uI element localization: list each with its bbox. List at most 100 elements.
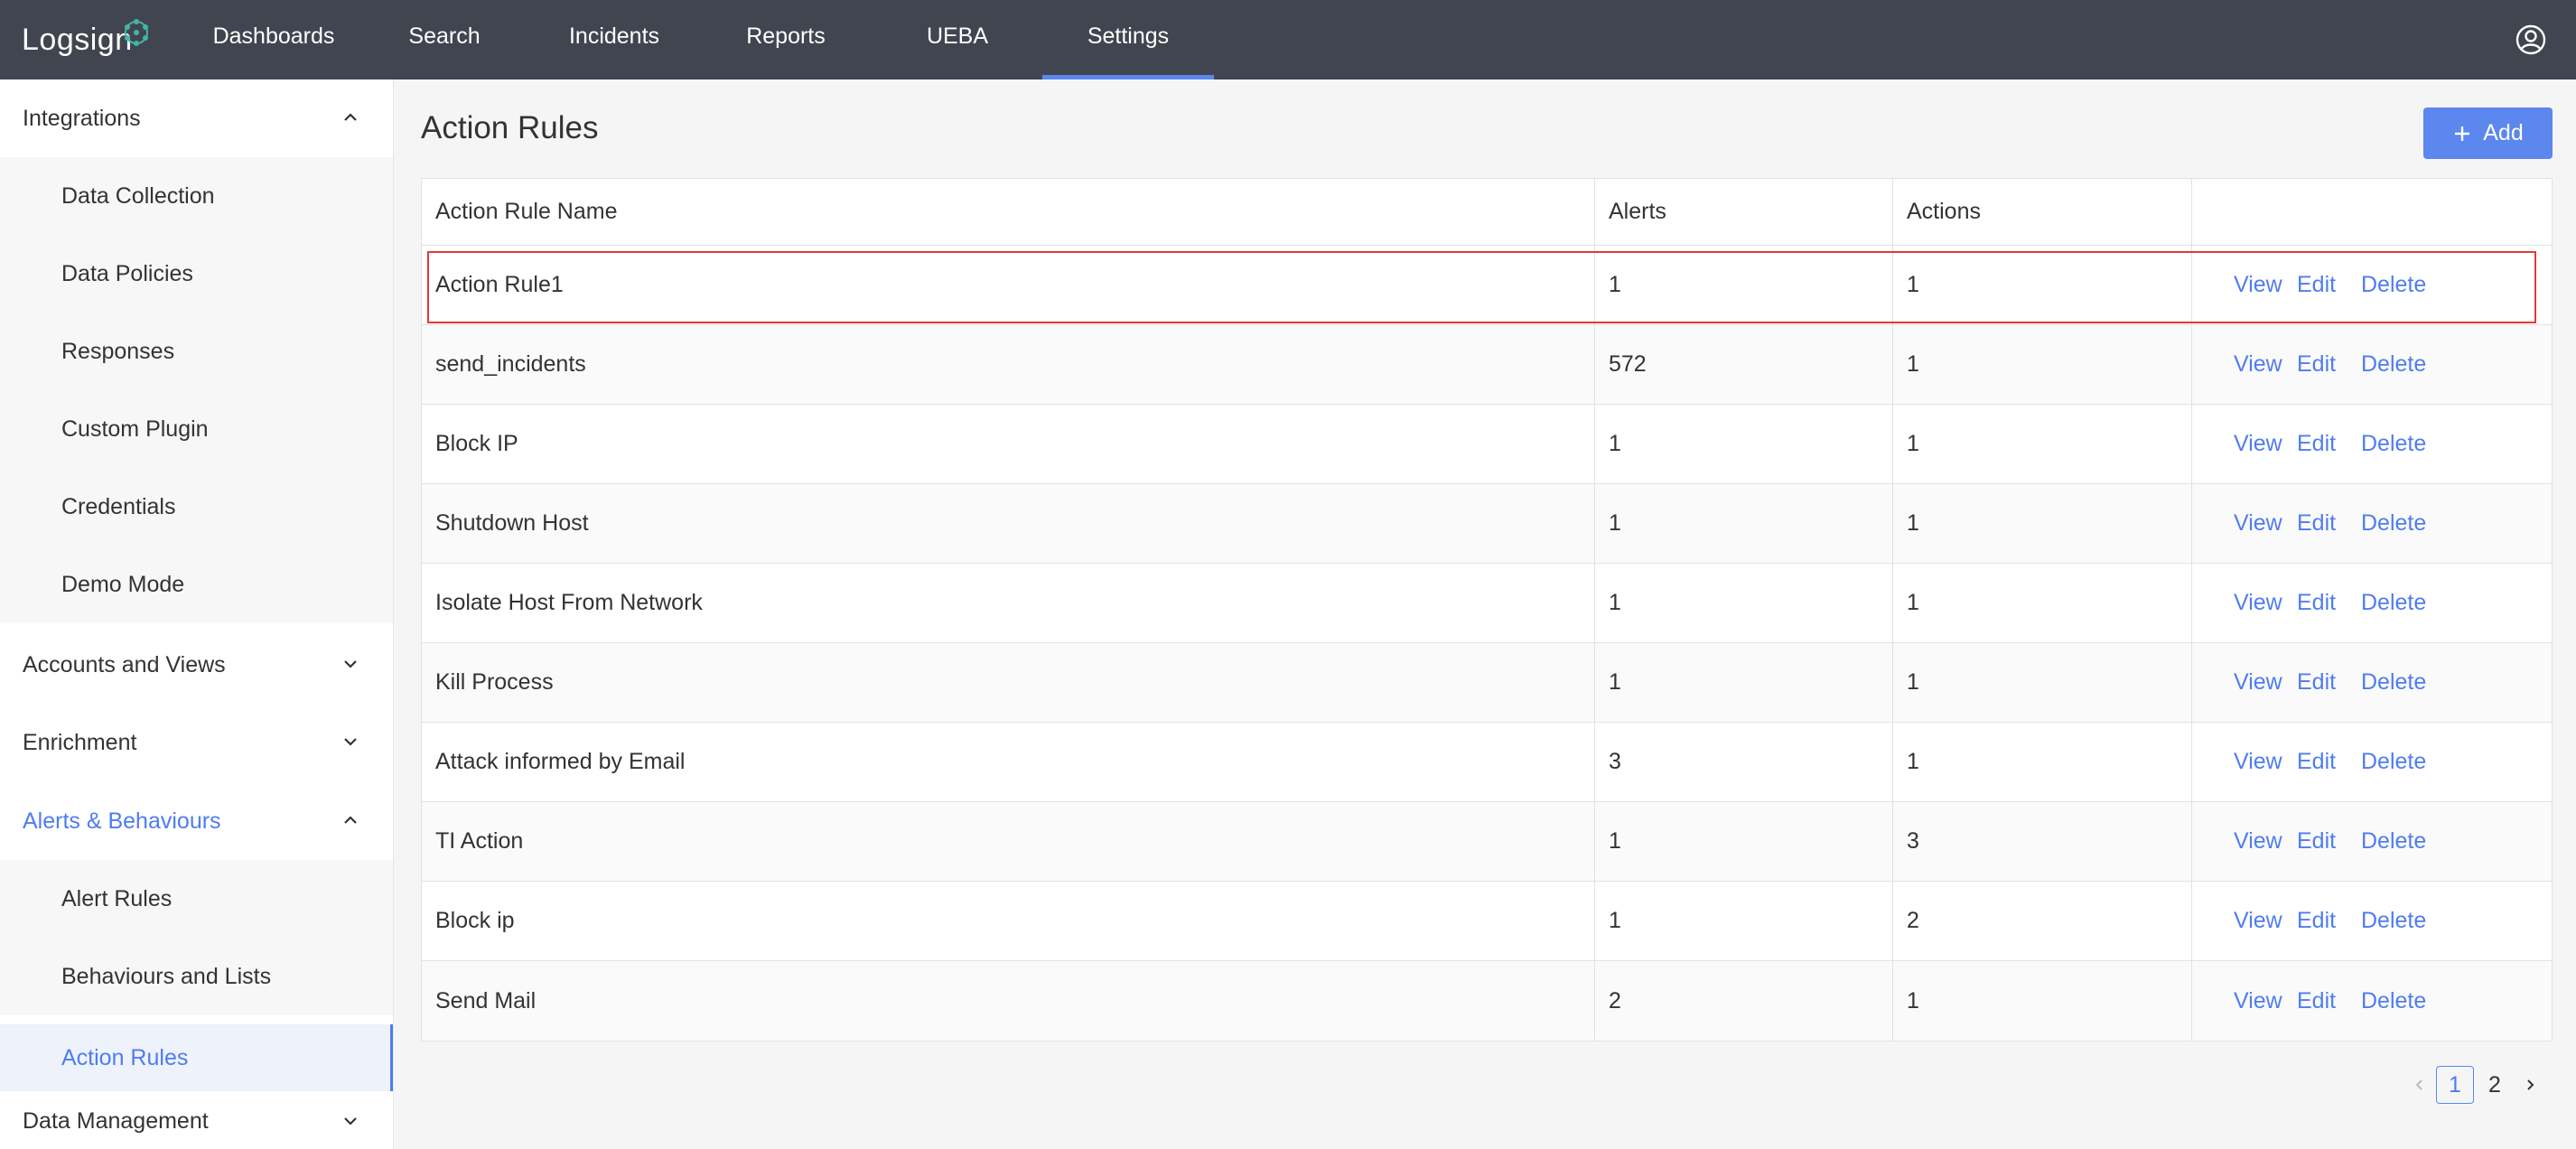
rule-name-cell: Isolate Host From Network: [422, 564, 1595, 642]
actions-count-cell: 1: [1893, 723, 2192, 801]
actions-count-cell: 1: [1893, 564, 2192, 642]
table-row[interactable]: Attack informed by Email 3 1 View Edit Delete: [422, 723, 2552, 802]
pagination-prev[interactable]: [2406, 1066, 2433, 1104]
table-row[interactable]: Block IP 1 1 View Edit Delete: [422, 405, 2552, 484]
page-title: Action Rules: [421, 110, 599, 145]
table-body: Action Rule1 1 1 View Edit Delete send_inciden…: [422, 246, 2552, 1041]
rule-name-cell: Action Rule1: [422, 246, 1595, 324]
delete-link[interactable]: Delete: [2361, 484, 2426, 563]
pagination-page-2[interactable]: 2: [2477, 1066, 2513, 1104]
rule-name-cell: Attack informed by Email: [422, 723, 1595, 801]
table-row[interactable]: TI Action 1 3 View Edit Delete: [422, 802, 2552, 882]
actions-count-cell: 1: [1893, 405, 2192, 483]
user-circle-icon[interactable]: [2513, 22, 2549, 58]
rule-name-cell: Block IP: [422, 405, 1595, 483]
rule-name-cell: Send Mail: [422, 961, 1595, 1041]
sidebar-group-alerts-and-behaviours[interactable]: Alerts & Behaviours: [0, 782, 393, 860]
nav-incidents[interactable]: Incidents: [551, 0, 677, 79]
nav-search[interactable]: Search: [390, 0, 499, 79]
delete-link[interactable]: Delete: [2361, 961, 2426, 1041]
view-link[interactable]: View: [2234, 564, 2282, 642]
alerts-count-cell: 3: [1595, 723, 1893, 801]
sidebar-group-label: Alerts & Behaviours: [23, 808, 221, 834]
alerts-count-cell: 1: [1595, 882, 1893, 960]
rule-name-cell: Shutdown Host: [422, 484, 1595, 563]
sidebar-item-data-collection[interactable]: Data Collection: [0, 157, 393, 235]
logsign-logo[interactable]: Logsign: [22, 18, 148, 61]
view-link[interactable]: View: [2234, 643, 2282, 722]
delete-link[interactable]: Delete: [2361, 405, 2426, 483]
table-row[interactable]: send_incidents 572 1 View Edit Delete: [422, 325, 2552, 405]
delete-link[interactable]: Delete: [2361, 882, 2426, 960]
view-link[interactable]: View: [2234, 484, 2282, 563]
sidebar-item-data-policies[interactable]: Data Policies: [0, 235, 393, 313]
delete-link[interactable]: Delete: [2361, 643, 2426, 722]
edit-link[interactable]: Edit: [2297, 882, 2336, 960]
view-link[interactable]: View: [2234, 882, 2282, 960]
sidebar-item-custom-plugin[interactable]: Custom Plugin: [0, 390, 393, 468]
rule-name-cell: send_incidents: [422, 325, 1595, 404]
sidebar-item-responses[interactable]: Responses: [0, 313, 393, 390]
delete-link[interactable]: Delete: [2361, 564, 2426, 642]
view-link[interactable]: View: [2234, 723, 2282, 801]
sidebar-group-data-management[interactable]: Data Management: [0, 1094, 393, 1148]
nav-ueba[interactable]: UEBA: [903, 0, 1012, 79]
edit-link[interactable]: Edit: [2297, 484, 2336, 563]
view-link[interactable]: View: [2234, 405, 2282, 483]
column-header-alerts[interactable]: Alerts: [1595, 179, 1893, 245]
pagination-page-1[interactable]: 1: [2436, 1066, 2474, 1104]
table-row[interactable]: Shutdown Host 1 1 View Edit Delete: [422, 484, 2552, 564]
chevron-up-icon: [344, 113, 357, 121]
sidebar-group-accounts-and-views[interactable]: Accounts and Views: [0, 626, 393, 704]
edit-link[interactable]: Edit: [2297, 564, 2336, 642]
edit-link[interactable]: Edit: [2297, 325, 2336, 404]
column-header-actions[interactable]: Actions: [1893, 179, 2192, 245]
edit-link[interactable]: Edit: [2297, 961, 2336, 1041]
actions-count-cell: 1: [1893, 325, 2192, 404]
edit-link[interactable]: Edit: [2297, 643, 2336, 722]
actions-count-cell: 1: [1893, 643, 2192, 722]
sidebar-item-demo-mode[interactable]: Demo Mode: [0, 546, 393, 623]
actions-count-cell: 1: [1893, 961, 2192, 1041]
sidebar-item-action-rules[interactable]: Action Rules: [0, 1024, 393, 1091]
sidebar-group-label: Integrations: [23, 105, 141, 131]
chevron-down-icon: [344, 1117, 357, 1126]
edit-link[interactable]: Edit: [2297, 246, 2336, 324]
delete-link[interactable]: Delete: [2361, 723, 2426, 801]
actions-count-cell: 1: [1893, 246, 2192, 324]
sidebar-item-behaviours-and-lists[interactable]: Behaviours and Lists: [0, 938, 393, 1015]
nav-settings[interactable]: Settings: [1042, 0, 1214, 79]
table-row[interactable]: Isolate Host From Network 1 1 View Edit Delet…: [422, 564, 2552, 643]
edit-link[interactable]: Edit: [2297, 405, 2336, 483]
alerts-count-cell: 1: [1595, 643, 1893, 722]
delete-link[interactable]: Delete: [2361, 246, 2426, 324]
sidebar-item-alert-rules[interactable]: Alert Rules: [0, 860, 393, 938]
delete-link[interactable]: Delete: [2361, 325, 2426, 404]
alerts-count-cell: 1: [1595, 246, 1893, 324]
delete-link[interactable]: Delete: [2361, 802, 2426, 881]
sidebar-item-credentials[interactable]: Credentials: [0, 468, 393, 546]
nav-dashboards[interactable]: Dashboards: [199, 0, 349, 79]
column-header-name[interactable]: Action Rule Name: [422, 179, 1595, 245]
pagination-next[interactable]: [2516, 1066, 2543, 1104]
actions-count-cell: 3: [1893, 802, 2192, 881]
table-header-row: Action Rule Name Alerts Actions: [422, 179, 2552, 246]
rule-name-cell: TI Action: [422, 802, 1595, 881]
table-row[interactable]: Action Rule1 1 1 View Edit Delete: [422, 246, 2552, 325]
edit-link[interactable]: Edit: [2297, 802, 2336, 881]
view-link[interactable]: View: [2234, 325, 2282, 404]
view-link[interactable]: View: [2234, 961, 2282, 1041]
add-button-label: Add: [2483, 120, 2524, 145]
view-link[interactable]: View: [2234, 246, 2282, 324]
sidebar-group-integrations[interactable]: Integrations: [0, 79, 393, 157]
nav-reports[interactable]: Reports: [723, 0, 849, 79]
alerts-count-cell: 1: [1595, 564, 1893, 642]
actions-count-cell: 2: [1893, 882, 2192, 960]
add-button[interactable]: Add: [2423, 107, 2553, 159]
edit-link[interactable]: Edit: [2297, 723, 2336, 801]
table-row[interactable]: Send Mail 2 1 View Edit Delete: [422, 961, 2552, 1041]
table-row[interactable]: Block ip 1 2 View Edit Delete: [422, 882, 2552, 961]
view-link[interactable]: View: [2234, 802, 2282, 881]
table-row[interactable]: Kill Process 1 1 View Edit Delete: [422, 643, 2552, 723]
sidebar-group-enrichment[interactable]: Enrichment: [0, 704, 393, 781]
